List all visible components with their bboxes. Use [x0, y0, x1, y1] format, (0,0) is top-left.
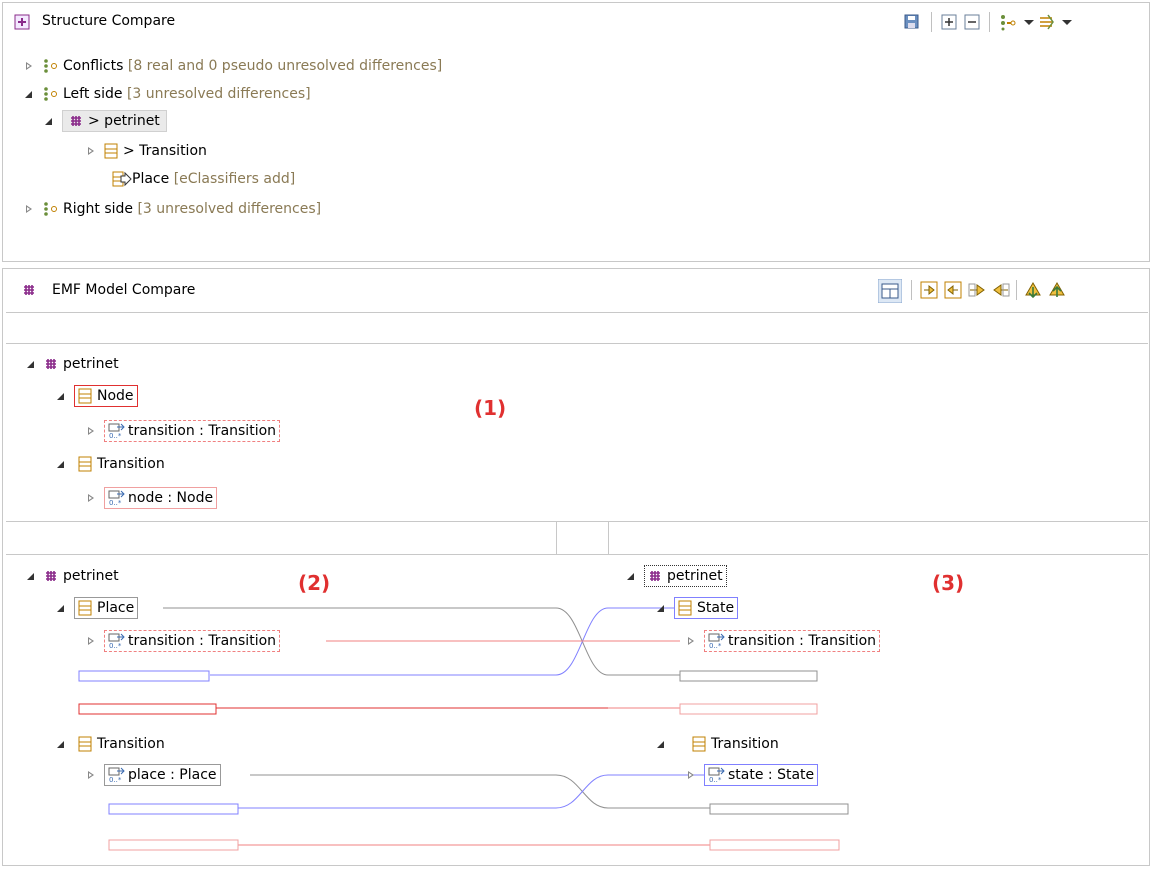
diff-connector-lines: [78, 607, 849, 851]
state-box[interactable]: State: [674, 597, 739, 619]
class-icon: [678, 600, 692, 616]
class-icon: [692, 736, 706, 752]
reference-icon: 0..*: [708, 767, 725, 783]
right-state[interactable]: State: [656, 597, 739, 619]
reference-icon: 0..*: [108, 767, 125, 783]
state-ref-label: transition : Transition: [728, 633, 877, 649]
collapse-icon[interactable]: [56, 603, 66, 613]
place-box[interactable]: Place: [74, 597, 139, 619]
expand-icon[interactable]: [686, 770, 696, 780]
expand-icon[interactable]: [86, 636, 96, 646]
reference-box[interactable]: 0..* state : State: [704, 764, 819, 786]
right-petrinet-label: petrinet: [667, 568, 723, 584]
left-petrinet[interactable]: petrinet: [26, 565, 119, 587]
collapse-icon[interactable]: [626, 571, 636, 581]
left-transition-ref-label: place : Place: [128, 767, 217, 783]
reference-box[interactable]: 0..* transition : Transition: [104, 630, 281, 652]
reference-icon: 0..*: [708, 633, 725, 649]
svg-text:0..*: 0..*: [709, 776, 722, 783]
state-label: State: [697, 600, 735, 616]
left-place[interactable]: Place: [56, 597, 139, 619]
right-transition-label: Transition: [711, 736, 779, 752]
reference-box[interactable]: 0..* transition : Transition: [704, 630, 881, 652]
package-icon: [46, 571, 56, 581]
svg-text:0..*: 0..*: [109, 642, 122, 649]
right-transition[interactable]: Transition: [656, 733, 779, 755]
reference-box[interactable]: 0..* place : Place: [104, 764, 221, 786]
left-petrinet-label: petrinet: [63, 568, 119, 584]
reference-icon: 0..*: [108, 633, 125, 649]
right-petrinet[interactable]: petrinet: [626, 565, 727, 587]
expand-icon[interactable]: [686, 636, 696, 646]
collapse-icon[interactable]: [56, 739, 66, 749]
right-state-ref[interactable]: 0..* transition : Transition: [686, 630, 881, 652]
marker-2: (2): [298, 571, 331, 595]
right-transition-ref[interactable]: 0..* state : State: [686, 764, 819, 786]
place-label: Place: [97, 600, 135, 616]
left-transition-ref[interactable]: 0..* place : Place: [86, 764, 221, 786]
left-place-ref[interactable]: 0..* transition : Transition: [86, 630, 281, 652]
right-transition-ref-label: state : State: [728, 767, 815, 783]
class-icon: [78, 600, 92, 616]
collapse-icon[interactable]: [656, 739, 666, 749]
marker-3: (3): [932, 571, 965, 595]
package-icon: [650, 571, 660, 581]
svg-text:0..*: 0..*: [709, 642, 722, 649]
collapse-icon[interactable]: [656, 603, 666, 613]
left-transition-label: Transition: [97, 736, 165, 752]
expand-icon[interactable]: [86, 770, 96, 780]
focused-item[interactable]: petrinet: [644, 565, 727, 587]
svg-text:0..*: 0..*: [109, 776, 122, 783]
left-transition[interactable]: Transition: [56, 733, 165, 755]
place-ref-label: transition : Transition: [128, 633, 277, 649]
collapse-icon[interactable]: [26, 571, 36, 581]
class-icon: [78, 736, 92, 752]
